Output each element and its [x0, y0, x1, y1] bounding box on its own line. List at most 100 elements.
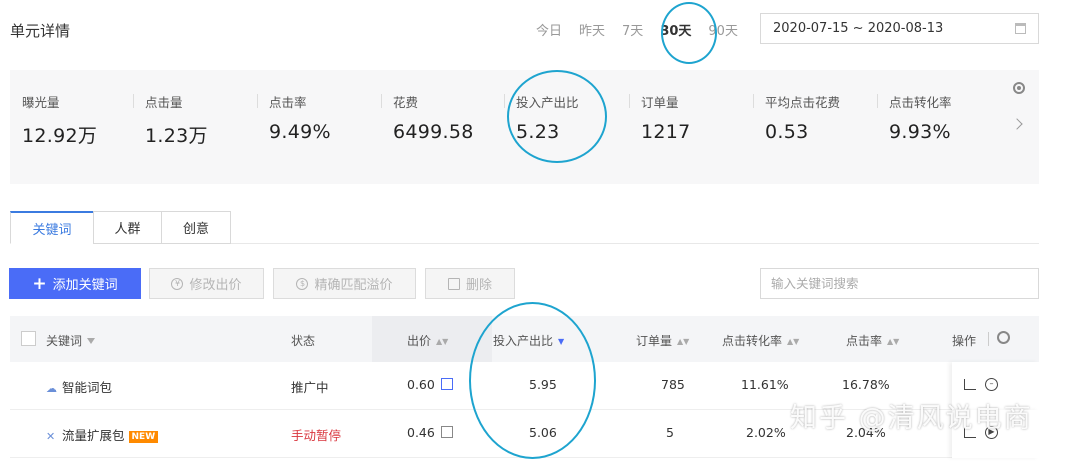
keyword-text: 流量扩展包 [62, 428, 125, 443]
roi-cell: 5.06 [529, 425, 557, 440]
metric-label: 点击量 [145, 95, 183, 110]
sort-icon: ▲▼ [677, 337, 690, 346]
modify-bid-button[interactable]: ¥ 修改出价 [149, 268, 264, 299]
edit-icon[interactable] [440, 426, 453, 438]
metric-divider [877, 94, 878, 108]
range-yesterday[interactable]: 昨天 [579, 20, 605, 39]
exact-match-premium-label: 精确匹配溢价 [314, 278, 393, 293]
sort-icon: ▲▼ [787, 337, 800, 346]
tab-keywords[interactable]: 关键词 [10, 211, 93, 244]
metric-value: 6499.58 [393, 121, 474, 143]
col-bid-label: 出价 [407, 334, 432, 348]
col-roi-label: 投入产出比 [493, 334, 554, 348]
metric-orders: 订单量 1217 [629, 92, 691, 152]
add-keyword-button[interactable]: + 添加关键词 [9, 268, 141, 299]
col-conversion-rate[interactable]: 点击转化率 ▲▼ [722, 332, 799, 349]
keyword-search-input[interactable] [760, 268, 1039, 299]
range-7days[interactable]: 7天 [622, 20, 643, 39]
status-cell: 推广中 [291, 380, 329, 395]
orders-cell: 785 [661, 377, 685, 392]
tabs-divider [231, 243, 1039, 244]
metric-avg-cpc: 平均点击花费 0.53 [753, 92, 841, 152]
metric-clicks: 点击量 1.23万 [133, 92, 208, 152]
col-conversion-rate-label: 点击转化率 [722, 334, 783, 348]
expand-icon: ✕ [46, 430, 56, 443]
calendar-icon [1015, 23, 1026, 34]
bid-value: 0.60 [407, 377, 435, 392]
metric-value: 1.23万 [145, 125, 208, 147]
column-settings-gear-icon[interactable] [997, 331, 1010, 344]
yen-icon: ¥ [171, 277, 184, 290]
metric-label: 花费 [393, 95, 419, 110]
keyword-cell[interactable]: ☁ 智能词包 [46, 377, 112, 396]
conversion-rate-cell: 11.61% [741, 377, 789, 392]
page-title: 单元详情 [10, 22, 71, 40]
pause-icon[interactable]: – [985, 378, 998, 391]
metric-label: 点击率 [269, 95, 307, 110]
col-ctr[interactable]: 点击率 ▲▼ [846, 332, 899, 349]
roi-cell: 5.95 [529, 377, 557, 392]
range-today[interactable]: 今日 [536, 20, 562, 39]
bid-cell: 0.46 [407, 425, 453, 440]
col-keyword[interactable]: 关键词 [46, 332, 96, 349]
col-roi[interactable]: 投入产出比 ▼ [493, 332, 564, 349]
metric-cost: 花费 6499.58 [381, 92, 474, 152]
metric-conversion-rate: 点击转化率 9.93% [877, 92, 952, 152]
metric-value: 9.49% [269, 121, 331, 143]
cloud-icon: ☁ [46, 382, 57, 395]
metric-label: 曝光量 [22, 95, 60, 110]
metrics-panel: 曝光量 12.92万 点击量 1.23万 点击率 9.49% 花费 6499.5… [10, 70, 1039, 184]
metric-value: 12.92万 [22, 125, 98, 147]
bid-value: 0.46 [407, 425, 435, 440]
col-actions: 操作 [952, 334, 977, 348]
status-cell: 手动暂停 [291, 428, 342, 443]
watermark: 知乎 @清风说电商 [790, 403, 1033, 434]
plus-icon: + [32, 273, 47, 294]
trash-icon [447, 277, 460, 290]
metric-value: 1217 [641, 121, 691, 143]
date-range-picker[interactable]: 2020-07-15 ~ 2020-08-13 [760, 13, 1039, 44]
edit-icon[interactable] [440, 378, 453, 390]
metric-value: 0.53 [765, 121, 809, 143]
sort-icon: ▲▼ [887, 337, 900, 346]
col-ctr-label: 点击率 [846, 334, 883, 348]
filter-icon[interactable] [87, 338, 96, 344]
trend-chart-icon[interactable] [964, 379, 976, 390]
col-orders[interactable]: 订单量 ▲▼ [636, 332, 689, 349]
sort-desc-icon: ▼ [558, 337, 565, 346]
metric-divider [629, 94, 630, 108]
exact-match-premium-button[interactable]: $ 精确匹配溢价 [273, 268, 416, 299]
date-range-tabs: 今日 昨天 7天 30天 90天 [536, 14, 755, 44]
add-keyword-label: 添加关键词 [52, 278, 118, 293]
tab-creative[interactable]: 创意 [161, 211, 231, 244]
dollar-icon: $ [296, 277, 309, 290]
bid-cell: 0.60 [407, 377, 453, 392]
metric-roi: 投入产出比 5.23 [504, 92, 579, 152]
metric-ctr: 点击率 9.49% [257, 92, 331, 152]
date-range-value: 2020-07-15 ~ 2020-08-13 [773, 21, 944, 36]
metric-label: 投入产出比 [516, 95, 579, 110]
range-90days[interactable]: 90天 [708, 20, 738, 39]
col-status: 状态 [291, 334, 316, 348]
modify-bid-label: 修改出价 [189, 278, 242, 293]
keyword-text: 智能词包 [62, 380, 113, 395]
detail-tabs: 关键词 人群 创意 [10, 211, 231, 244]
delete-label: 删除 [465, 278, 492, 293]
keyword-cell[interactable]: ✕ 流量扩展包 NEW [46, 425, 159, 444]
ctr-cell: 16.78% [842, 377, 890, 392]
metric-label: 平均点击花费 [765, 95, 841, 110]
metric-value: 5.23 [516, 121, 560, 143]
metric-divider [133, 94, 134, 108]
metrics-settings-gear-icon[interactable] [1013, 82, 1025, 94]
select-all-checkbox[interactable] [21, 331, 36, 346]
metric-value: 9.93% [889, 121, 951, 143]
tab-audience[interactable]: 人群 [93, 211, 161, 244]
delete-button[interactable]: 删除 [425, 268, 515, 299]
col-bid[interactable]: 出价 ▲▼ [407, 332, 448, 349]
col-orders-label: 订单量 [636, 334, 673, 348]
metric-divider [381, 94, 382, 108]
metric-impressions: 曝光量 12.92万 [22, 92, 97, 152]
metric-divider [257, 94, 258, 108]
new-badge: NEW [128, 431, 159, 443]
range-30days[interactable]: 30天 [660, 20, 691, 39]
